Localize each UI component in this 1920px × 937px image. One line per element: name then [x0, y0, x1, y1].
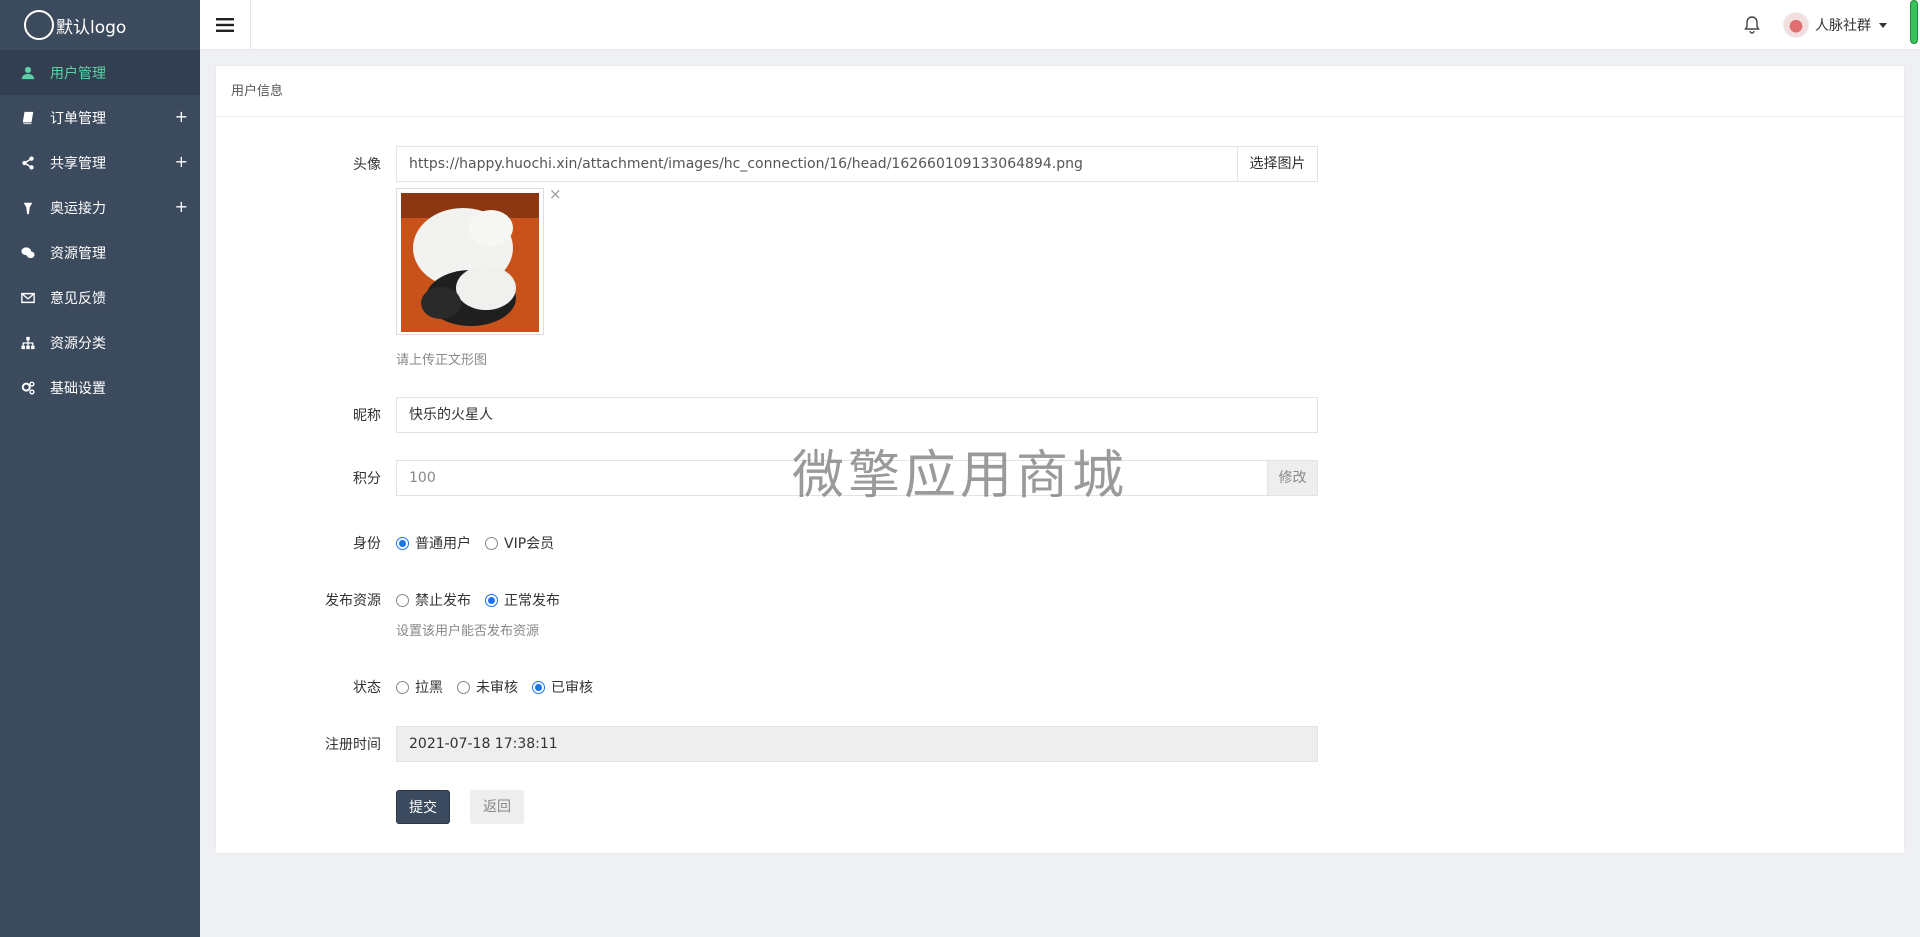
sidebar-item-orders[interactable]: 订单管理 + — [0, 95, 200, 140]
identity-radio-group: 普通用户 VIP会员 — [396, 533, 568, 553]
sidebar: 默认logo 用户管理 订单管理 + 共享管理 + 奥运接力 + 资源管理 意见… — [0, 0, 200, 937]
status-label: 状态 — [353, 680, 381, 696]
submit-button[interactable]: 提交 — [396, 790, 450, 824]
radio-button[interactable] — [485, 536, 498, 550]
sidebar-item-label: 订单管理 — [50, 110, 106, 127]
identity-label: 身份 — [353, 536, 381, 552]
status-option-reviewed[interactable]: 已审核 — [532, 677, 593, 697]
avatar-preview — [396, 188, 544, 335]
avatar-url-input[interactable]: https://happy.huochi.xin/attachment/imag… — [396, 146, 1238, 182]
status-option-unreviewed[interactable]: 未审核 — [457, 677, 518, 697]
sidebar-item-label: 共享管理 — [50, 155, 106, 172]
sidebar-item-label: 奥运接力 — [50, 200, 106, 217]
radio-label: 普通用户 — [415, 536, 471, 552]
top-header: 人脉社群 — [200, 0, 1920, 50]
chevron-down-icon — [1879, 22, 1887, 28]
radio-label: 已审核 — [551, 680, 593, 696]
radio-label: VIP会员 — [504, 536, 555, 552]
publish-hint: 设置该用户能否发布资源 — [396, 624, 540, 639]
edit-points-button[interactable]: 修改 — [1267, 460, 1318, 496]
nickname-label: 昵称 — [353, 408, 381, 424]
avatar-label: 头像 — [353, 157, 381, 173]
user-icon — [20, 65, 36, 81]
publish-option-normal[interactable]: 正常发布 — [485, 590, 560, 610]
logo-circle-icon — [24, 10, 54, 40]
card-title: 用户信息 — [216, 66, 1904, 117]
radio-label: 拉黑 — [415, 680, 443, 696]
logo[interactable]: 默认logo — [0, 0, 200, 50]
identity-option-normal[interactable]: 普通用户 — [396, 533, 471, 553]
radio-button[interactable] — [485, 593, 498, 607]
sidebar-item-users[interactable]: 用户管理 — [0, 50, 200, 95]
share-icon — [20, 155, 36, 171]
sidebar-item-label: 用户管理 — [50, 65, 106, 82]
wechat-icon — [20, 245, 36, 261]
menu-toggle-button[interactable] — [200, 0, 251, 50]
radio-button[interactable] — [396, 593, 409, 607]
sidebar-item-label: 意见反馈 — [50, 290, 106, 307]
sidebar-item-settings[interactable]: 基础设置 — [0, 365, 200, 410]
sitemap-icon — [20, 335, 36, 351]
identity-option-vip[interactable]: VIP会员 — [485, 533, 554, 553]
publish-radio-group: 禁止发布 正常发布 — [396, 590, 574, 610]
radio-label: 未审核 — [476, 680, 518, 696]
radio-button[interactable] — [532, 680, 545, 694]
select-image-button[interactable]: 选择图片 — [1237, 146, 1318, 182]
watermark: 微擎应用商城 — [792, 446, 1129, 506]
radio-label: 禁止发布 — [415, 593, 471, 609]
hamburger-icon — [216, 18, 234, 32]
status-option-blacklist[interactable]: 拉黑 — [396, 677, 443, 697]
torch-icon — [20, 200, 36, 216]
expand-plus-icon[interactable]: + — [175, 197, 188, 216]
envelope-icon — [20, 290, 36, 306]
radio-label: 正常发布 — [504, 593, 560, 609]
points-label: 积分 — [353, 471, 381, 487]
sidebar-item-relay[interactable]: 奥运接力 + — [0, 185, 200, 230]
radio-button[interactable] — [396, 536, 409, 550]
avatar-image — [401, 193, 539, 332]
avatar — [1783, 12, 1809, 38]
register-time-field: 2021-07-18 17:38:11 — [396, 726, 1318, 762]
book-icon — [20, 110, 36, 126]
sidebar-item-share[interactable]: 共享管理 + — [0, 140, 200, 185]
sidebar-item-label: 资源管理 — [50, 245, 106, 262]
avatar-hint: 请上传正文形图 — [396, 353, 488, 368]
sidebar-item-feedback[interactable]: 意见反馈 — [0, 275, 200, 320]
sidebar-item-label: 资源分类 — [50, 335, 106, 352]
sidebar-item-label: 基础设置 — [50, 380, 106, 397]
register-time-label: 注册时间 — [325, 737, 381, 753]
publish-label: 发布资源 — [325, 593, 381, 609]
publish-option-forbid[interactable]: 禁止发布 — [396, 590, 471, 610]
back-button[interactable]: 返回 — [470, 790, 524, 824]
sidebar-item-resources[interactable]: 资源管理 — [0, 230, 200, 275]
radio-button[interactable] — [396, 680, 409, 694]
scroll-indicator[interactable] — [1910, 0, 1918, 44]
user-name: 人脉社群 — [1815, 18, 1871, 34]
cogs-icon — [20, 380, 36, 396]
user-menu[interactable]: 人脉社群 — [1783, 10, 1887, 40]
logo-text: 默认logo — [56, 17, 127, 38]
expand-plus-icon[interactable]: + — [175, 107, 188, 126]
nickname-input[interactable]: 快乐的火星人 — [396, 397, 1318, 433]
expand-plus-icon[interactable]: + — [175, 152, 188, 171]
status-radio-group: 拉黑 未审核 已审核 — [396, 677, 607, 697]
sidebar-item-categories[interactable]: 资源分类 — [0, 320, 200, 365]
remove-image-button[interactable]: × — [549, 185, 562, 203]
bell-icon[interactable] — [1743, 15, 1761, 35]
radio-button[interactable] — [457, 680, 470, 694]
